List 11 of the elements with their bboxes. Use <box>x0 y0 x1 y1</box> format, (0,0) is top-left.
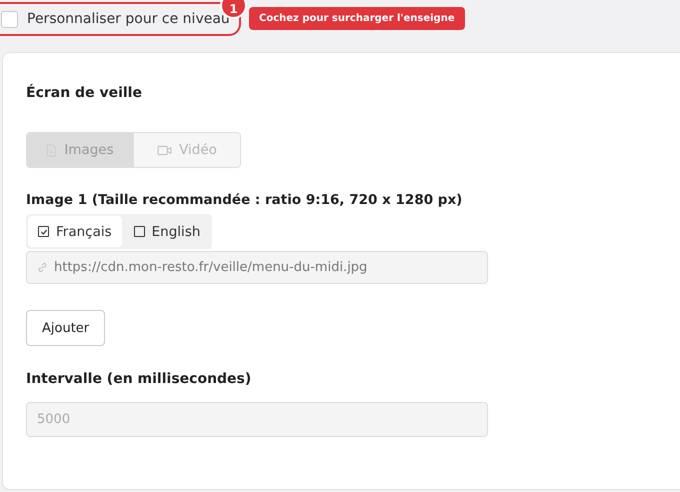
language-tab[interactable]: English <box>124 216 210 248</box>
video-camera-icon <box>157 144 172 156</box>
checkbox[interactable] <box>1 10 18 28</box>
field-label: Image 1 (Taille recommandée : ratio 9:16, 720 x 1280 px) <box>26 191 464 210</box>
language-tab[interactable]: Français <box>28 216 122 248</box>
checkbox-label: Personnaliser pour ce niveau <box>27 10 230 28</box>
tooltip: Cochez pour surcharger l'enseigne <box>249 7 465 30</box>
section-title: Écran de veille <box>26 83 143 103</box>
link-icon <box>37 262 48 274</box>
add-button[interactable]: Ajouter <box>26 310 106 346</box>
field-label: Intervalle (en millisecondes) <box>26 370 252 390</box>
